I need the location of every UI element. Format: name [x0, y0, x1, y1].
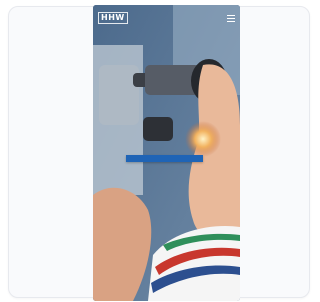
mobile-page-screenshot[interactable]: HHW	[93, 5, 240, 301]
ent-examination-photo	[93, 5, 240, 301]
header-nav	[221, 14, 235, 22]
hero-caption-box	[126, 155, 203, 162]
site-header: HHW	[93, 5, 240, 31]
brand-logo[interactable]: HHW	[98, 12, 128, 24]
menu-bar	[227, 20, 235, 22]
menu-bar	[227, 14, 235, 16]
menu-bar	[227, 17, 235, 19]
hamburger-menu-icon[interactable]	[227, 14, 235, 22]
